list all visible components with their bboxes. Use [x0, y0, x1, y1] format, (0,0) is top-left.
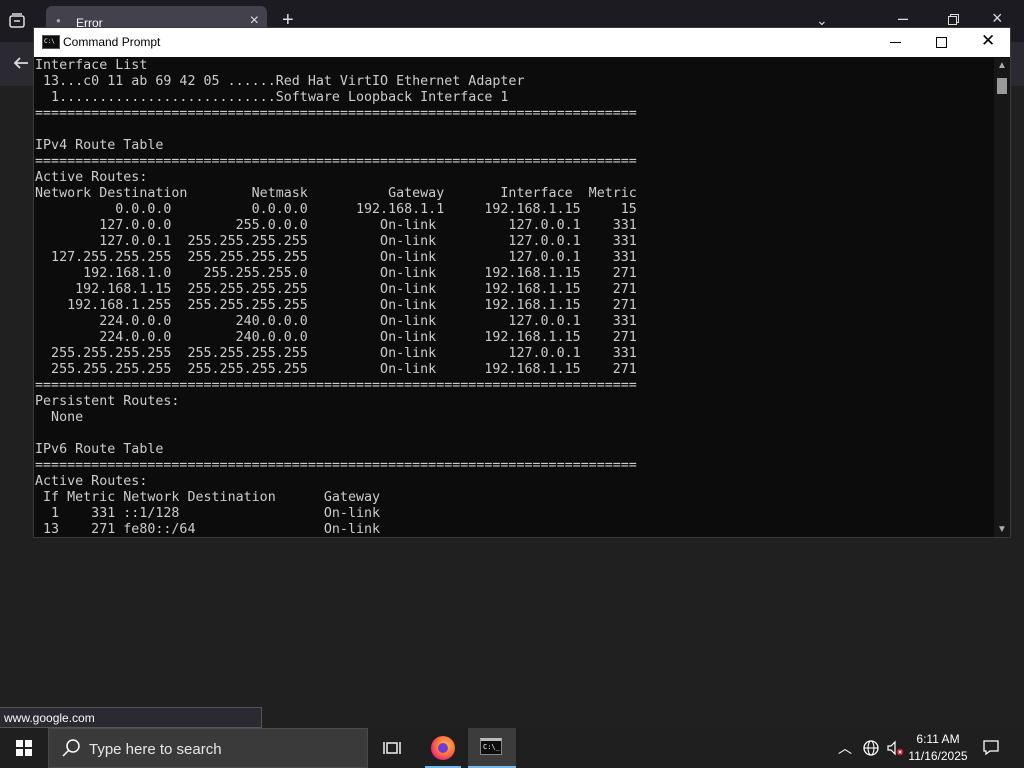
status-url-tooltip: www.google.com: [0, 707, 262, 728]
search-placeholder: Type here to search: [89, 741, 222, 758]
clock-time: 6:11 AM: [916, 732, 960, 746]
command-prompt-window[interactable]: C:\ Command Prompt ✕ Interface List 13..…: [33, 27, 1011, 538]
volume-muted-icon[interactable]: [886, 739, 904, 757]
scroll-thumb[interactable]: [997, 78, 1007, 94]
back-arrow-icon[interactable]: [12, 54, 30, 77]
scroll-down-icon[interactable]: ▼: [997, 524, 1007, 535]
taskbar: Type here to search C:\_ ︿ 6:11 AM 11/16…: [0, 728, 1024, 768]
chevron-up-icon[interactable]: ︿: [838, 738, 852, 758]
command-prompt-icon: C:\_: [480, 738, 502, 755]
scroll-up-icon[interactable]: ▲: [997, 60, 1007, 71]
task-view-button[interactable]: [368, 728, 416, 768]
console-area[interactable]: Interface List 13...c0 11 ab 69 42 05 ..…: [34, 58, 994, 537]
cmd-title-bar[interactable]: C:\ Command Prompt ✕: [34, 28, 1010, 57]
console-output: Interface List 13...c0 11 ab 69 42 05 ..…: [35, 58, 637, 537]
close-button[interactable]: ✕: [965, 28, 1011, 57]
start-button[interactable]: [0, 728, 48, 768]
taskbar-firefox[interactable]: [419, 728, 467, 768]
clock-date: 11/16/2025: [908, 749, 968, 763]
window-title: Command Prompt: [63, 35, 161, 49]
minimize-button[interactable]: [873, 28, 919, 57]
maximize-button[interactable]: [919, 28, 965, 57]
network-icon[interactable]: [862, 739, 880, 757]
system-clock[interactable]: 6:11 AM 11/16/2025: [904, 731, 972, 765]
vertical-scrollbar[interactable]: ▲ ▼: [994, 58, 1010, 537]
windows-logo-icon: [16, 740, 32, 756]
browser-restore-button[interactable]: [948, 12, 959, 25]
notification-icon[interactable]: [982, 738, 1000, 756]
search-icon: [61, 738, 81, 758]
tab-list-icon[interactable]: [8, 12, 30, 32]
browser-minimize-button[interactable]: –: [898, 8, 908, 29]
task-view-icon: [383, 739, 401, 757]
taskbar-search-box[interactable]: Type here to search: [48, 728, 368, 768]
tab-favicon-icon: ●: [56, 16, 61, 25]
firefox-icon: [431, 736, 455, 760]
cmd-app-icon: C:\: [42, 35, 60, 49]
taskbar-command-prompt[interactable]: C:\_: [468, 728, 516, 768]
browser-close-button[interactable]: ×: [992, 8, 1003, 29]
